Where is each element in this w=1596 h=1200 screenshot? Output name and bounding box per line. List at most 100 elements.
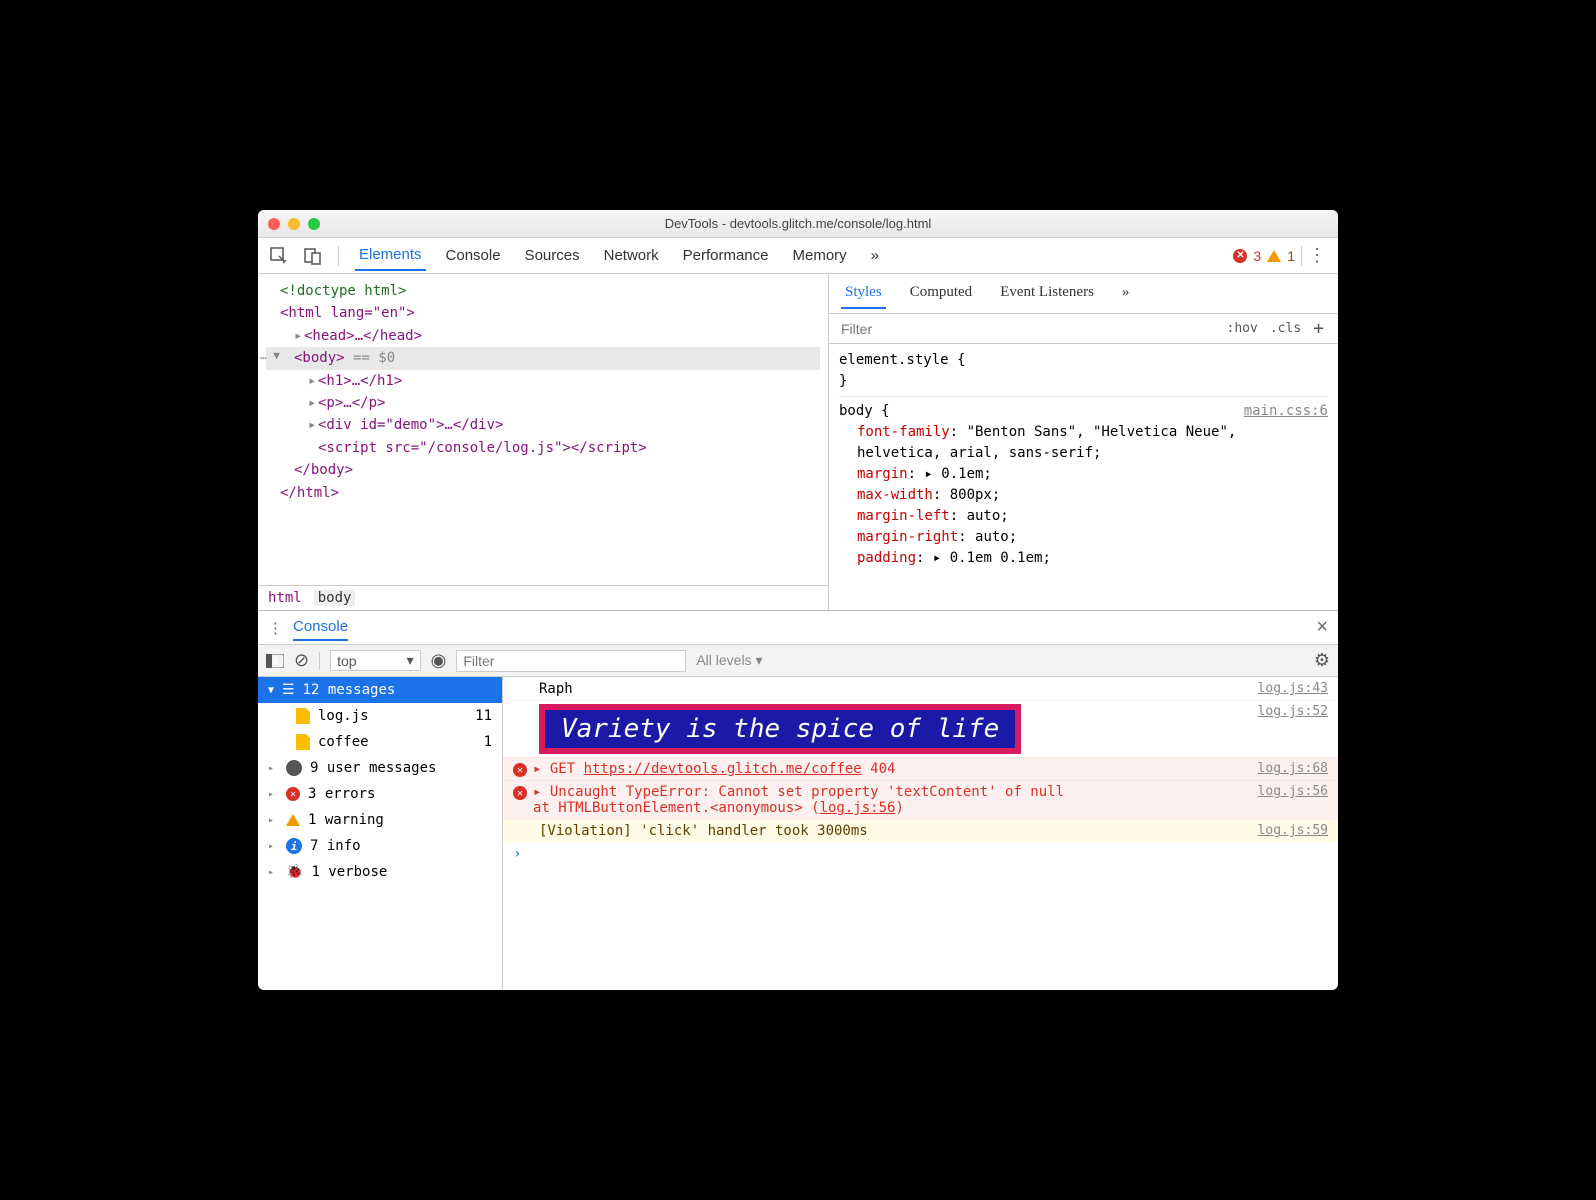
dom-div[interactable]: ▸<div id="demo">…</div> (266, 414, 820, 436)
main-toolbar: Elements Console Sources Network Perform… (258, 238, 1338, 274)
source-link[interactable]: log.js:56 (1258, 784, 1328, 799)
breadcrumb: html body (258, 585, 828, 610)
drawer-header: ⋮ Console × (258, 611, 1338, 645)
css-prop[interactable]: margin-left: auto; (839, 506, 1328, 527)
info-icon: i (286, 838, 302, 854)
violation-message[interactable]: [Violation] 'click' handler took 3000ms … (503, 819, 1338, 842)
divider (319, 652, 320, 670)
close-window-button[interactable] (268, 218, 280, 230)
styles-filter-row: :hov .cls + (829, 314, 1338, 344)
source-link[interactable]: log.js:59 (1258, 823, 1328, 838)
source-link[interactable]: log.js:52 (1258, 704, 1328, 719)
breadcrumb-html[interactable]: html (268, 590, 302, 606)
styles-tabs: Styles Computed Event Listeners » (829, 274, 1338, 314)
dom-tree[interactable]: <!doctype html> <html lang="en"> ▸<head>… (258, 274, 828, 585)
tab-network[interactable]: Network (600, 241, 663, 270)
breadcrumb-body[interactable]: body (314, 590, 356, 606)
error-icon[interactable]: ✕ (1233, 249, 1247, 263)
console-sidebar: ▼ ☰ 12 messages log.js11 coffee1 ▸ 9 use… (258, 677, 503, 990)
console-filter-input[interactable] (456, 650, 686, 672)
clear-console-icon[interactable]: ⊘ (294, 650, 309, 671)
css-prop[interactable]: max-width: 800px; (839, 485, 1328, 506)
tab-console[interactable]: Console (442, 241, 505, 270)
tab-event-listeners[interactable]: Event Listeners (996, 278, 1098, 309)
user-icon (286, 760, 302, 776)
tab-styles[interactable]: Styles (841, 278, 886, 309)
log-message-styled[interactable]: Variety is the spice of life log.js:52 (503, 700, 1338, 757)
warning-icon[interactable] (1267, 250, 1281, 262)
error-message[interactable]: ✕ ▸ Uncaught TypeError: Cannot set prope… (503, 780, 1338, 819)
close-drawer-icon[interactable]: × (1316, 616, 1328, 639)
console-prompt[interactable]: › (503, 842, 1338, 866)
sidebar-errors[interactable]: ▸✕ 3 errors (258, 781, 502, 807)
element-style-open: element.style { (839, 350, 1328, 371)
window-title: DevTools - devtools.glitch.me/console/lo… (258, 216, 1338, 231)
dom-doctype[interactable]: <!doctype html> (266, 280, 820, 302)
dom-html-close[interactable]: </html> (266, 482, 820, 504)
warning-icon (286, 814, 300, 826)
element-style-close: } (839, 371, 1328, 392)
dom-body-selected[interactable]: <body> == $0 (266, 347, 820, 369)
css-prop[interactable]: margin-right: auto; (839, 527, 1328, 548)
sidebar-warnings[interactable]: ▸ 1 warning (258, 807, 502, 833)
window-controls (268, 218, 320, 230)
styles-tabs-overflow[interactable]: » (1118, 278, 1134, 309)
dom-html-open[interactable]: <html lang="en"> (266, 302, 820, 324)
tab-sources[interactable]: Sources (521, 241, 584, 270)
log-message[interactable]: Raph log.js:43 (503, 677, 1338, 700)
tabs-overflow[interactable]: » (867, 241, 883, 270)
source-link[interactable]: main.css:6 (1244, 401, 1328, 422)
sidebar-user-messages[interactable]: ▸ 9 user messages (258, 755, 502, 781)
zoom-window-button[interactable] (308, 218, 320, 230)
minimize-window-button[interactable] (288, 218, 300, 230)
dom-p[interactable]: ▸<p>…</p> (266, 392, 820, 414)
tab-elements[interactable]: Elements (355, 240, 426, 271)
toggle-sidebar-icon[interactable] (266, 654, 284, 668)
body-selector: body { (839, 401, 890, 422)
divider (338, 246, 339, 266)
styles-filter-input[interactable] (837, 317, 1221, 341)
sidebar-info[interactable]: ▸i 7 info (258, 833, 502, 859)
dom-h1[interactable]: ▸<h1>…</h1> (266, 370, 820, 392)
drawer-menu-icon[interactable]: ⋮ (268, 619, 283, 637)
settings-icon[interactable]: ⚙ (1314, 650, 1330, 671)
menu-icon[interactable]: ⋮ (1308, 245, 1326, 266)
add-rule-button[interactable]: + (1307, 316, 1330, 341)
source-link[interactable]: log.js:68 (1258, 761, 1328, 776)
dom-script[interactable]: <script src="/console/log.js"></script> (266, 437, 820, 459)
error-message[interactable]: ✕ ▸ GET https://devtools.glitch.me/coffe… (503, 757, 1338, 780)
bug-icon: 🐞 (286, 864, 303, 880)
hov-button[interactable]: :hov (1221, 319, 1264, 338)
drawer-tab-console[interactable]: Console (293, 614, 348, 641)
inspect-icon[interactable] (270, 247, 288, 265)
error-icon: ✕ (513, 763, 527, 777)
devtools-window: DevTools - devtools.glitch.me/console/lo… (258, 210, 1338, 990)
divider (1301, 246, 1302, 266)
tab-computed[interactable]: Computed (906, 278, 977, 309)
styles-body[interactable]: element.style { } body { main.css:6 font… (829, 344, 1338, 610)
error-icon: ✕ (286, 787, 300, 801)
file-icon (296, 708, 310, 724)
css-prop[interactable]: font-family: "Benton Sans", "Helvetica N… (839, 422, 1328, 464)
error-count: 3 (1253, 248, 1261, 264)
error-icon: ✕ (513, 786, 527, 800)
sidebar-verbose[interactable]: ▸🐞 1 verbose (258, 859, 502, 885)
css-prop[interactable]: padding: ▸ 0.1em 0.1em; (839, 548, 1328, 569)
file-icon (296, 734, 310, 750)
sidebar-file-logjs[interactable]: log.js11 (258, 703, 502, 729)
levels-selector[interactable]: All levels ▾ (696, 652, 762, 669)
device-icon[interactable] (304, 247, 322, 265)
css-prop[interactable]: margin: ▸ 0.1em; (839, 464, 1328, 485)
elements-panel: <!doctype html> <html lang="en"> ▸<head>… (258, 274, 828, 610)
console-messages[interactable]: Raph log.js:43 Variety is the spice of l… (503, 677, 1338, 990)
tab-performance[interactable]: Performance (679, 241, 773, 270)
tab-memory[interactable]: Memory (789, 241, 851, 270)
sidebar-messages[interactable]: ▼ ☰ 12 messages (258, 677, 502, 703)
cls-button[interactable]: .cls (1264, 319, 1307, 338)
dom-head[interactable]: ▸<head>…</head> (266, 325, 820, 347)
sidebar-file-coffee[interactable]: coffee1 (258, 729, 502, 755)
context-selector[interactable]: top▾ (330, 650, 421, 671)
source-link[interactable]: log.js:43 (1258, 681, 1328, 696)
dom-body-close[interactable]: </body> (266, 459, 820, 481)
eye-icon[interactable]: ◉ (431, 650, 447, 671)
